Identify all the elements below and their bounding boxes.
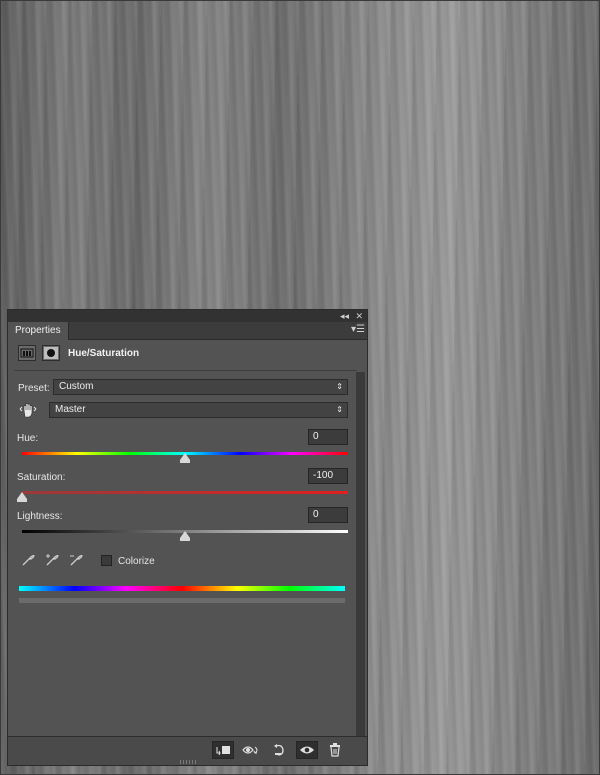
- delete-trash-glyph: [330, 743, 340, 757]
- updown-arrows-icon: ⇕: [336, 405, 343, 414]
- hue-input[interactable]: 0: [308, 429, 348, 445]
- header-divider: [14, 370, 357, 371]
- hue-saturation-icon[interactable]: [18, 345, 36, 361]
- lightness-slider-thumb[interactable]: [180, 531, 190, 541]
- eyedropper-subtract-glyph: [70, 555, 83, 566]
- lightness-input[interactable]: 0: [308, 507, 348, 523]
- layer-mask-glyph: [44, 347, 58, 359]
- visibility-eye-icon[interactable]: [296, 741, 318, 759]
- collapse-panel-button[interactable]: ◂◂: [340, 310, 349, 322]
- colorize-checkbox[interactable]: [101, 555, 112, 566]
- channel-value: Master: [55, 404, 86, 415]
- preset-value: Custom: [59, 381, 94, 392]
- hue-slider-thumb[interactable]: [180, 453, 190, 463]
- layer-mask-icon[interactable]: [42, 345, 60, 361]
- hue-label: Hue:: [17, 433, 39, 444]
- eyedropper-subtract-icon[interactable]: [69, 553, 83, 567]
- view-previous-state-icon[interactable]: [240, 741, 262, 759]
- panel-footer: [8, 736, 367, 765]
- adjustment-header: Hue/Saturation: [18, 345, 357, 363]
- panel-scrollbar[interactable]: [356, 372, 365, 740]
- updown-arrows-icon: ⇕: [336, 382, 343, 391]
- clip-to-layer-icon[interactable]: [212, 741, 234, 759]
- reset-icon[interactable]: [268, 741, 290, 759]
- adjustment-title: Hue/Saturation: [68, 348, 140, 359]
- panel-menu-icon[interactable]: ▾☰: [351, 324, 365, 336]
- properties-panel: ◂◂ ✕ Properties ▾☰ Hue/Saturation Preset…: [7, 309, 368, 766]
- eyedropper-glyph: [22, 555, 35, 566]
- saturation-label: Saturation:: [17, 472, 66, 483]
- panel-tabstrip: Properties ▾☰: [8, 322, 367, 340]
- close-panel-button[interactable]: ✕: [355, 310, 363, 322]
- eyedropper-add-icon[interactable]: [45, 553, 59, 567]
- reset-glyph: [274, 744, 284, 756]
- hand-adjust-glyph: [19, 403, 37, 418]
- lightness-label: Lightness:: [17, 511, 63, 522]
- saturation-input[interactable]: -100: [308, 468, 348, 484]
- channel-dropdown[interactable]: Master ⇕: [49, 402, 348, 418]
- view-previous-glyph: [242, 746, 258, 754]
- hue-saturation-glyph: [20, 348, 34, 358]
- panel-resize-grip[interactable]: [180, 760, 198, 764]
- panel-topbar[interactable]: ◂◂ ✕: [8, 310, 367, 322]
- saturation-slider-track[interactable]: [22, 491, 348, 494]
- hand-adjust-icon[interactable]: [19, 401, 37, 419]
- colorize-label: Colorize: [118, 556, 155, 567]
- saturation-slider-thumb[interactable]: [17, 492, 27, 502]
- clip-to-layer-glyph: [216, 746, 230, 756]
- tab-properties[interactable]: Properties: [8, 322, 69, 340]
- preset-dropdown[interactable]: Custom ⇕: [53, 379, 348, 395]
- input-spectrum-bar: [19, 586, 345, 591]
- delete-trash-icon[interactable]: [324, 741, 346, 759]
- eyedropper-icon[interactable]: [21, 553, 35, 567]
- eyedropper-add-glyph: [46, 554, 59, 566]
- visibility-eye-glyph: [300, 746, 314, 754]
- preset-label: Preset:: [18, 383, 50, 394]
- output-spectrum-bar: [19, 598, 345, 603]
